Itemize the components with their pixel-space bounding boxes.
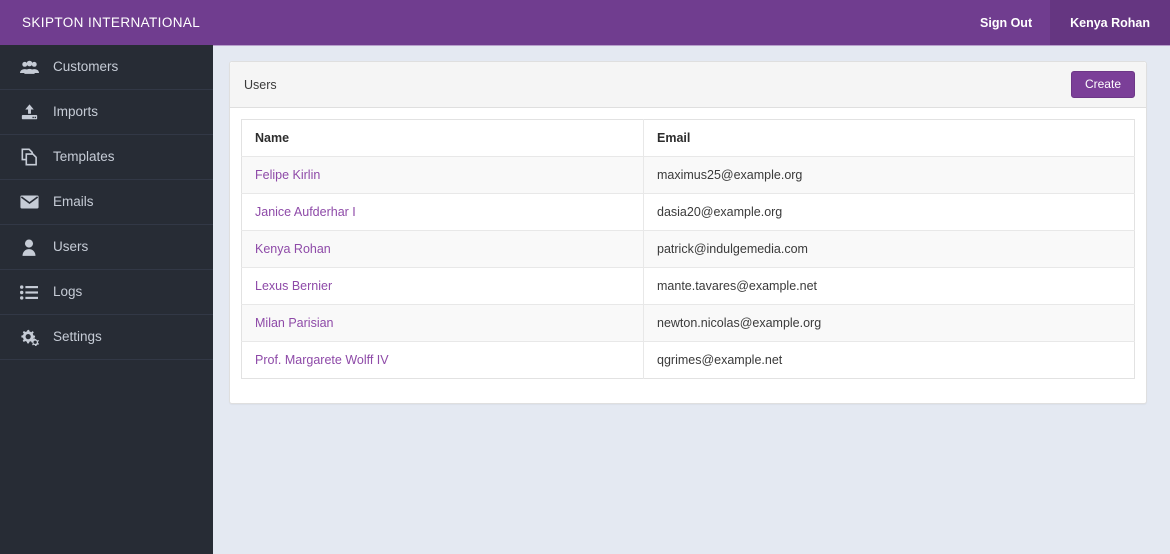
users-panel-body: Name Email Felipe Kirlin maximus25@examp… [230, 108, 1146, 403]
user-name-link[interactable]: Felipe Kirlin [255, 168, 320, 182]
sidebar-item-settings[interactable]: Settings [0, 315, 213, 360]
table-row: Kenya Rohan patrick@indulgemedia.com [241, 230, 1135, 268]
user-name-link[interactable]: Kenya Rohan [255, 242, 331, 256]
user-icon [14, 239, 44, 256]
create-button[interactable]: Create [1070, 70, 1135, 99]
column-header-email[interactable]: Email [643, 119, 1135, 157]
users-group-icon [14, 60, 44, 75]
table-row: Milan Parisian newton.nicolas@example.or… [241, 304, 1135, 342]
sidebar-navigation: Customers Imports Templates Emails Users… [0, 45, 213, 554]
cell-email: newton.nicolas@example.org [643, 304, 1135, 342]
cell-email: dasia20@example.org [643, 193, 1135, 231]
table-header-row: Name Email [241, 119, 1135, 157]
main-content-area: Users Create Name Email Felipe Kirlin ma… [213, 45, 1170, 554]
sidebar-item-label: Imports [53, 104, 99, 120]
sidebar-item-label: Logs [53, 284, 83, 300]
sidebar-item-users[interactable]: Users [0, 225, 213, 270]
list-icon [14, 284, 44, 300]
page-title: Users [244, 77, 277, 92]
cell-name: Kenya Rohan [241, 230, 644, 268]
cell-email: maximus25@example.org [643, 156, 1135, 194]
user-name-link[interactable]: Janice Aufderhar I [255, 205, 356, 219]
cell-name: Prof. Margarete Wolff IV [241, 341, 644, 379]
sidebar-item-templates[interactable]: Templates [0, 135, 213, 180]
table-row: Janice Aufderhar I dasia20@example.org [241, 193, 1135, 231]
sidebar-item-label: Users [53, 239, 89, 255]
upload-icon [14, 103, 44, 121]
sidebar-item-imports[interactable]: Imports [0, 90, 213, 135]
copy-documents-icon [14, 148, 44, 166]
users-table: Name Email Felipe Kirlin maximus25@examp… [241, 119, 1135, 379]
sidebar-item-logs[interactable]: Logs [0, 270, 213, 315]
sign-out-link[interactable]: Sign Out [962, 0, 1050, 45]
user-name-link[interactable]: Lexus Bernier [255, 279, 332, 293]
topbar-right-links: Sign Out Kenya Rohan [962, 0, 1170, 45]
cell-email: patrick@indulgemedia.com [643, 230, 1135, 268]
users-table-head: Name Email [241, 119, 1135, 157]
cell-name: Felipe Kirlin [241, 156, 644, 194]
column-header-name[interactable]: Name [241, 119, 644, 157]
current-user-link[interactable]: Kenya Rohan [1050, 0, 1170, 45]
sidebar-item-emails[interactable]: Emails [0, 180, 213, 225]
cell-name: Janice Aufderhar I [241, 193, 644, 231]
sidebar-item-label: Emails [53, 194, 94, 210]
sidebar-item-label: Settings [53, 329, 102, 345]
cell-email: mante.tavares@example.net [643, 267, 1135, 305]
sidebar-item-label: Templates [53, 149, 115, 165]
user-name-link[interactable]: Prof. Margarete Wolff IV [255, 353, 389, 367]
cell-email: qgrimes@example.net [657, 353, 783, 367]
brand-logo[interactable]: SKIPTON INTERNATIONAL [0, 0, 200, 45]
users-panel: Users Create Name Email Felipe Kirlin ma… [229, 61, 1147, 404]
top-header-bar: SKIPTON INTERNATIONAL Sign Out Kenya Roh… [0, 0, 1170, 45]
users-table-body: Felipe Kirlin maximus25@example.org Jani… [241, 156, 1135, 379]
table-row: Lexus Bernier mante.tavares@example.net [241, 267, 1135, 305]
cell-name: Milan Parisian [241, 304, 644, 342]
table-row: Felipe Kirlin maximus25@example.org [241, 156, 1135, 194]
table-row: Prof. Margarete Wolff IV qgrimes@example… [241, 341, 1135, 379]
sidebar-item-label: Customers [53, 59, 119, 75]
envelope-icon [14, 195, 44, 209]
users-panel-header: Users Create [230, 62, 1146, 108]
cell-name: Lexus Bernier [241, 267, 644, 305]
user-name-link[interactable]: Milan Parisian [255, 316, 334, 330]
cogs-icon [14, 329, 44, 346]
sidebar-item-customers[interactable]: Customers [0, 45, 213, 90]
